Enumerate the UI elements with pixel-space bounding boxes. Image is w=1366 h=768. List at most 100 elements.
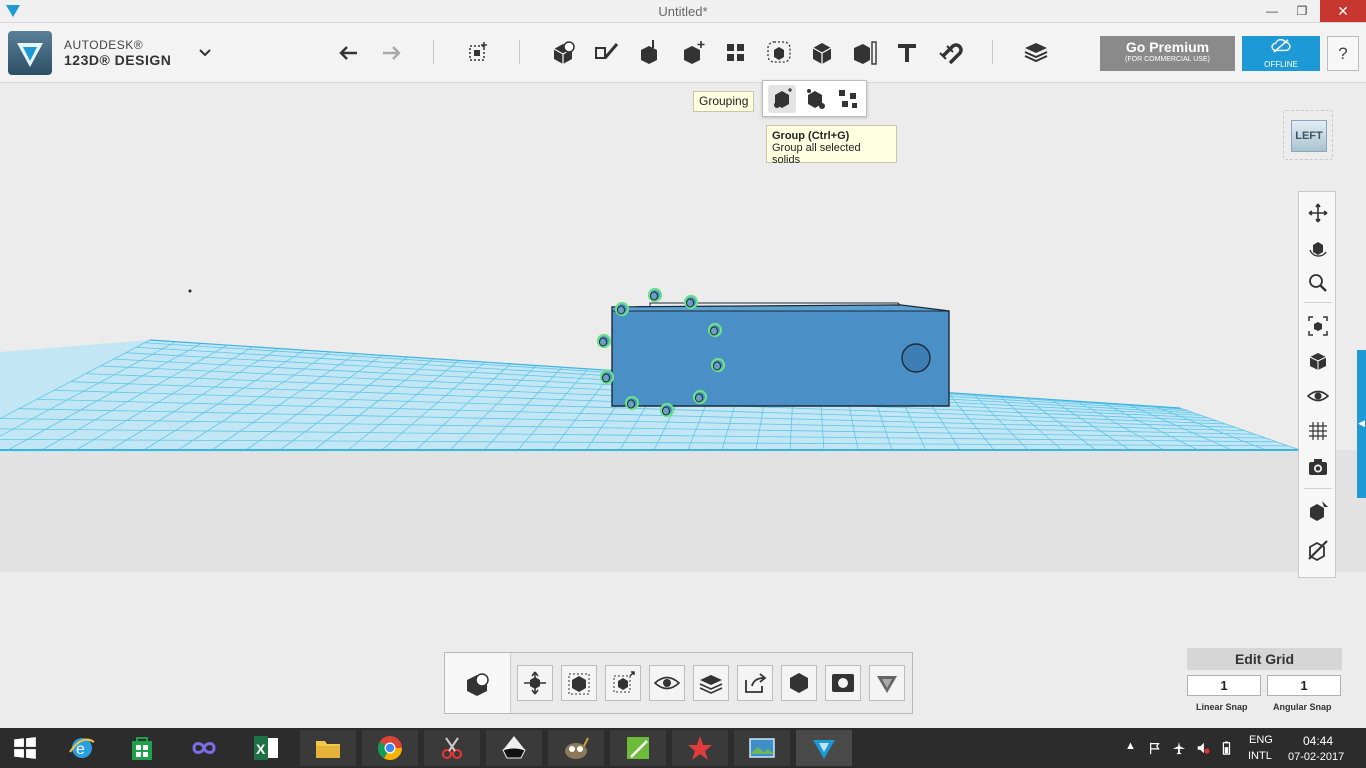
side-panel-toggle[interactable]: ◀ — [1357, 350, 1366, 498]
language-secondary[interactable]: INTL — [1248, 750, 1272, 762]
taskbar-123d-design[interactable] — [796, 730, 852, 766]
ungroup-button[interactable] — [801, 85, 829, 113]
airplane-icon[interactable] — [1172, 741, 1186, 755]
taskbar-chrome[interactable] — [362, 730, 418, 766]
primitives-button[interactable] — [547, 36, 579, 68]
taskbar-infinity[interactable] — [176, 730, 232, 766]
solid-button[interactable] — [781, 665, 817, 701]
transform-button[interactable] — [462, 36, 494, 68]
volume-muted-icon[interactable] — [1196, 741, 1210, 755]
layers-button[interactable] — [693, 665, 729, 701]
construct-button[interactable] — [633, 36, 665, 68]
group-button[interactable] — [768, 85, 796, 113]
orbit-button[interactable] — [1306, 236, 1330, 260]
app-menu-button[interactable] — [869, 665, 905, 701]
tray-expand-icon[interactable]: ▲ — [1125, 740, 1136, 752]
nav-divider — [1304, 488, 1332, 489]
primitives-quick-button[interactable] — [445, 653, 511, 713]
view-cube-face[interactable]: LEFT — [1291, 120, 1327, 152]
measure-button[interactable] — [849, 36, 881, 68]
hole-feature — [901, 343, 931, 373]
grouping-button[interactable] — [763, 36, 795, 68]
group-tooltip-title: Group (Ctrl+G) — [772, 130, 850, 142]
smart-rotate-button[interactable] — [605, 665, 641, 701]
go-premium-button[interactable]: Go Premium (FOR COMMERCIAL USE) — [1100, 36, 1235, 71]
render-button[interactable] — [825, 665, 861, 701]
taskbar-snipping[interactable] — [424, 730, 480, 766]
undo-button[interactable] — [333, 36, 365, 68]
zoom-button[interactable] — [1306, 271, 1330, 295]
battery-icon[interactable] — [1219, 741, 1233, 755]
taskbar-photos[interactable] — [734, 730, 790, 766]
ungroup-all-button[interactable] — [834, 85, 862, 113]
outline-view-button[interactable] — [1306, 538, 1330, 562]
clock-date[interactable]: 07-02-2017 — [1288, 751, 1344, 763]
visibility-quick-button[interactable] — [649, 665, 685, 701]
logo-icon — [17, 43, 43, 67]
language-primary[interactable]: ENG — [1249, 734, 1273, 746]
taskbar-gimp[interactable] — [548, 730, 604, 766]
visibility-button[interactable] — [1306, 384, 1330, 408]
windows-start-icon[interactable] — [12, 735, 38, 761]
bottom-toolbar — [444, 652, 913, 714]
brand-line1: AUTODESK® — [64, 38, 144, 52]
taskbar-drawing-app[interactable] — [610, 730, 666, 766]
combine-button[interactable] — [806, 36, 838, 68]
text-button[interactable] — [891, 36, 923, 68]
modify-icon — [684, 41, 705, 64]
orbit-icon — [1309, 242, 1327, 257]
default-view-button[interactable] — [1306, 349, 1330, 373]
modify-button[interactable] — [677, 36, 709, 68]
export-button[interactable] — [737, 665, 773, 701]
cylinder-face — [602, 373, 610, 383]
primitives-quick-icon — [467, 673, 489, 696]
screenshot-button[interactable] — [1306, 455, 1330, 479]
materials-icon — [1024, 43, 1048, 63]
edit-grid-button[interactable]: Edit Grid — [1187, 648, 1342, 670]
taskbar-store[interactable] — [114, 730, 170, 766]
materials-button[interactable] — [1020, 36, 1052, 68]
fit-button[interactable] — [1306, 314, 1330, 338]
view-cube[interactable]: LEFT — [1283, 110, 1333, 160]
cylinder-face — [662, 406, 670, 416]
pattern-button[interactable] — [719, 36, 751, 68]
offline-button[interactable]: OFFLINE — [1242, 36, 1320, 71]
redo-button[interactable] — [375, 36, 407, 68]
scissors-icon — [442, 737, 462, 759]
taskbar-inkscape[interactable] — [486, 730, 542, 766]
move-button[interactable] — [517, 665, 553, 701]
pan-button[interactable] — [1306, 201, 1330, 225]
magnet-icon — [939, 43, 963, 65]
scene-canvas[interactable] — [0, 84, 1366, 728]
flag-icon[interactable] — [1148, 741, 1162, 755]
grid-toggle-button[interactable] — [1306, 419, 1330, 443]
restore-button[interactable]: ❐ — [1288, 0, 1316, 22]
snap-button[interactable] — [934, 36, 966, 68]
red-star-icon — [688, 736, 712, 760]
taskbar-red-app[interactable] — [672, 730, 728, 766]
cylinder-face — [627, 399, 635, 409]
smart-scale-button[interactable] — [561, 665, 597, 701]
taskbar-explorer[interactable] — [300, 730, 356, 766]
close-button[interactable]: ✕ — [1320, 0, 1366, 22]
main-toolbar: AUTODESK® 123D® DESIGN Go Premium (FOR C… — [0, 23, 1366, 83]
combine-icon — [812, 43, 832, 64]
minimize-button[interactable]: — — [1258, 0, 1286, 22]
app-logo[interactable] — [8, 31, 52, 75]
grouping-submenu — [762, 80, 867, 117]
material-view-button[interactable] — [1306, 499, 1330, 523]
3d-viewport[interactable] — [0, 84, 1366, 728]
sketch-button[interactable] — [591, 36, 623, 68]
taskbar-excel[interactable]: X — [238, 730, 294, 766]
angular-snap-input[interactable]: 1 — [1267, 675, 1341, 696]
linear-snap-input[interactable]: 1 — [1187, 675, 1261, 696]
clock-time[interactable]: 04:44 — [1303, 734, 1333, 748]
chevron-down-icon[interactable] — [196, 45, 214, 59]
transform-icon — [469, 42, 487, 61]
blue-solid[interactable] — [611, 302, 950, 407]
help-button[interactable]: ? — [1327, 36, 1359, 71]
taskbar-ie[interactable]: e — [54, 730, 110, 766]
brand-line2: 123D® DESIGN — [64, 52, 172, 68]
grouping-tooltip: Grouping — [693, 91, 755, 112]
ungroup-icon — [807, 89, 825, 109]
